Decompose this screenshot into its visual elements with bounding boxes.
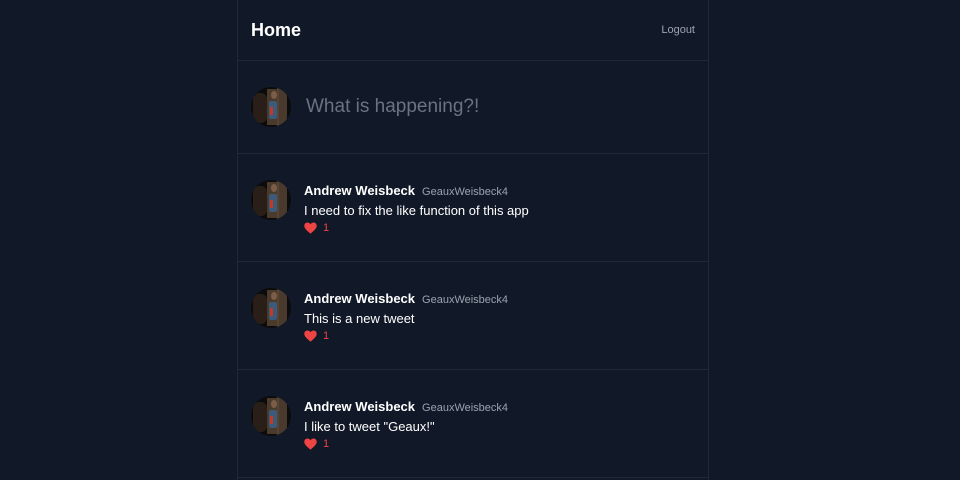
avatar[interactable] [251,288,291,328]
tweet-text: This is a new tweet [304,311,415,326]
like-control: 1 [304,222,529,234]
tweet-input[interactable] [304,95,688,119]
tweet-header: Andrew Weisbeck GeauxWeisbeck4 [304,399,508,414]
page-header: Home Logout [238,0,708,61]
tweet-item: Andrew Weisbeck GeauxWeisbeck4 I need to… [238,154,708,262]
author-handle[interactable]: GeauxWeisbeck4 [422,186,508,198]
like-control: 1 [304,330,508,342]
author-handle[interactable]: GeauxWeisbeck4 [422,294,508,306]
tweet-body: Andrew Weisbeck GeauxWeisbeck4 I like to… [304,399,508,450]
heart-icon[interactable] [304,438,317,450]
tweet-composer [238,61,708,154]
logout-button[interactable]: Logout [661,24,695,36]
like-count: 1 [323,330,330,342]
feed-column: Home Logout Andrew Weisbeck GeauxWeisbec… [237,0,709,480]
tweet-text: I like to tweet "Geaux!" [304,419,435,434]
tweet-item: Andrew Weisbeck GeauxWeisbeck4 I like to… [238,370,708,478]
avatar [251,87,291,127]
tweet-header: Andrew Weisbeck GeauxWeisbeck4 [304,183,529,198]
author-name[interactable]: Andrew Weisbeck [304,183,415,198]
tweet-body: Andrew Weisbeck GeauxWeisbeck4 This is a… [304,291,508,342]
avatar[interactable] [251,180,291,220]
avatar[interactable] [251,396,291,436]
like-count: 1 [323,438,330,450]
like-count: 1 [323,222,330,234]
heart-icon[interactable] [304,222,317,234]
author-handle[interactable]: GeauxWeisbeck4 [422,402,508,414]
tweet-header: Andrew Weisbeck GeauxWeisbeck4 [304,291,508,306]
tweet-item: Andrew Weisbeck GeauxWeisbeck4 This is a… [238,262,708,370]
page-title: Home [251,19,302,40]
heart-icon[interactable] [304,330,317,342]
author-name[interactable]: Andrew Weisbeck [304,399,415,414]
like-control: 1 [304,438,508,450]
tweet-text: I need to fix the like function of this … [304,203,529,218]
tweet-body: Andrew Weisbeck GeauxWeisbeck4 I need to… [304,183,529,234]
author-name[interactable]: Andrew Weisbeck [304,291,415,306]
